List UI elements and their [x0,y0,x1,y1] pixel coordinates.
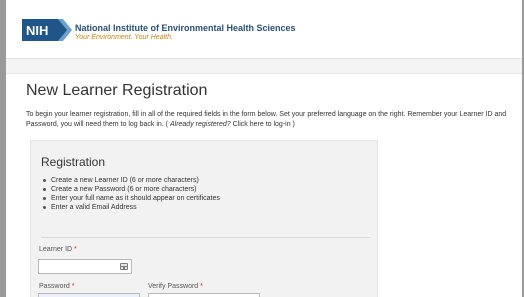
verify-password-input[interactable] [148,293,260,297]
password-input[interactable] [38,293,140,297]
intro-end: ) [292,121,295,128]
requirements-list: Create a new Learner ID (6 or more chara… [41,176,220,212]
list-item: Create a new Password (6 or more charact… [41,185,220,194]
divider [6,73,522,74]
nih-logo[interactable]: NIH [22,19,72,41]
required-marker: * [200,283,203,290]
intro-text: To begin your learner registration, fill… [26,110,520,130]
required-marker: * [74,246,77,253]
panel-divider [41,237,371,238]
registration-title: Registration [41,155,106,169]
org-tagline: Your Environment. Your Health. [75,34,173,41]
org-name: National Institute of Environmental Heal… [75,23,296,33]
password-label-text: Password [39,283,70,290]
verify-password-label-text: Verify Password [148,283,199,290]
learner-id-input[interactable] [38,259,132,274]
required-marker: * [71,283,75,290]
intro-already-registered: Already registered? [169,121,231,128]
logo-text: NIH [26,23,48,38]
page: NIH National Institute of Environmental … [6,0,522,297]
list-item: Enter your full name as it should appear… [41,194,220,203]
login-link[interactable]: Click here to log-in [233,121,291,128]
learner-id-label: Learner ID * [39,246,77,253]
list-item: Create a new Learner ID (6 or more chara… [41,176,220,185]
site-header: NIH National Institute of Environmental … [6,0,522,59]
list-item: Enter a valid Email Address [41,203,220,212]
password-label: Password * [39,283,74,290]
learner-id-label-text: Learner ID [39,246,73,253]
key-icon[interactable] [120,263,128,270]
page-title: New Learner Registration [26,82,208,99]
verify-password-label: Verify Password * [148,283,203,290]
nav-band [6,59,522,73]
